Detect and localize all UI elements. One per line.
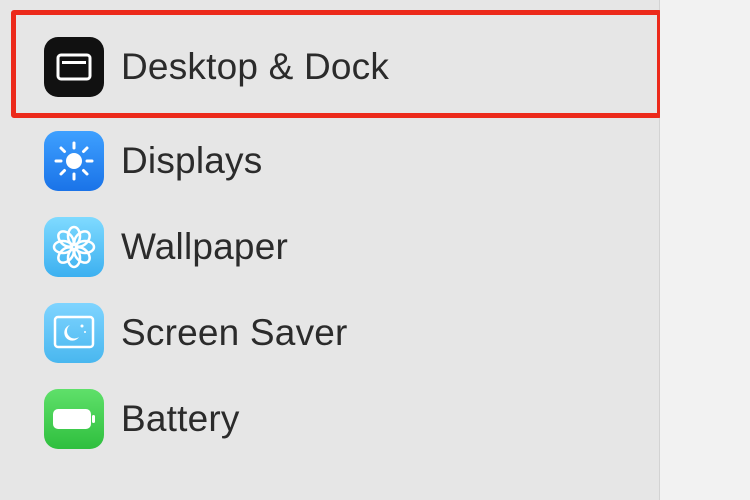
sidebar-item-label: Wallpaper xyxy=(121,226,288,267)
battery-icon xyxy=(44,389,104,449)
flower-icon xyxy=(44,217,104,277)
sidebar-item-label: Screen Saver xyxy=(121,312,348,353)
desktop-dock-icon xyxy=(44,37,104,97)
screen-saver-icon xyxy=(44,303,104,363)
sidebar-item-label: Displays xyxy=(121,140,263,181)
sidebar-item-desktop-dock[interactable]: Desktop & Dock xyxy=(0,24,659,110)
settings-sidebar: Desktop & Dock Displays Wallpaper Screen… xyxy=(0,0,662,500)
content-pane xyxy=(660,0,750,500)
sidebar-item-screen-saver[interactable]: Screen Saver xyxy=(0,290,659,376)
sidebar-item-label: Desktop & Dock xyxy=(121,46,390,87)
sidebar-item-displays[interactable]: Displays xyxy=(0,118,659,204)
sidebar-item-label: Battery xyxy=(121,398,240,439)
sidebar-item-battery[interactable]: Battery xyxy=(0,376,659,462)
sun-icon xyxy=(44,131,104,191)
sidebar-item-wallpaper[interactable]: Wallpaper xyxy=(0,204,659,290)
